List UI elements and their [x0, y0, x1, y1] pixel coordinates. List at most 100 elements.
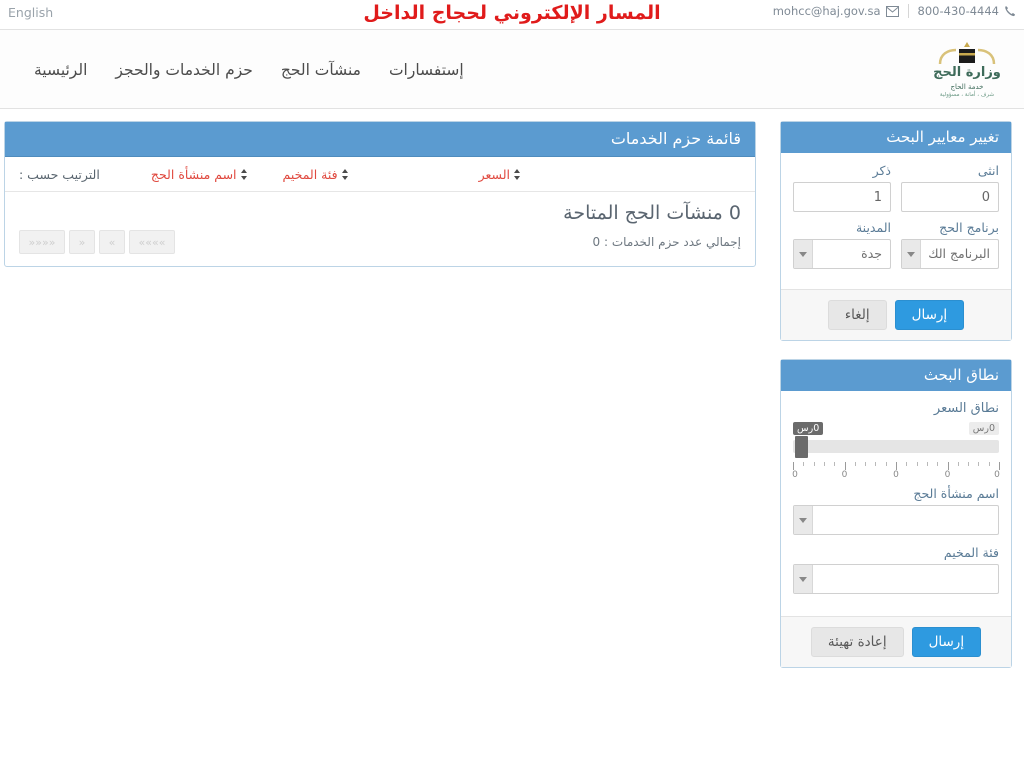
phone-contact[interactable]: 800-430-4444: [918, 4, 1016, 18]
sort-caret-icon: [240, 169, 248, 180]
pager-next-button[interactable]: »: [99, 230, 125, 254]
nav-item-packages[interactable]: حزم الخدمات والحجز: [101, 55, 266, 85]
camp-category-select-value: [793, 564, 999, 594]
ruler-major-tick: [793, 462, 794, 470]
price-range-label: نطاق السعر: [933, 401, 999, 416]
sidebar: تغيير معايير البحث انثى ذكر: [780, 121, 1012, 686]
camp-category-field: فئة المخيم: [793, 545, 999, 594]
ruler-minor-tick: [834, 462, 836, 466]
page-root: English المسار الإلكتروني لحجاج الداخل m…: [0, 0, 1024, 776]
ruler-label: 0: [841, 470, 848, 480]
scope-reset-button[interactable]: إعادة تهيئة: [810, 627, 904, 657]
male-count-input[interactable]: [793, 182, 891, 212]
search-scope-title: نطاق البحث: [781, 360, 1011, 391]
envelope-icon: [885, 5, 899, 17]
criteria-submit-button[interactable]: إرسال: [894, 300, 965, 330]
facility-name-select[interactable]: [793, 505, 999, 535]
female-count-input[interactable]: [901, 182, 999, 212]
scope-submit-button[interactable]: إرسال: [911, 627, 982, 657]
pager-last-button[interactable]: »»»»: [129, 230, 175, 254]
logo-mark: وزارة الحج: [926, 42, 1008, 82]
sort-options: السعر فئة المخيم اسم منشأة الحج: [100, 167, 741, 182]
sort-by-camp-category[interactable]: فئة المخيم: [283, 167, 349, 182]
nav-item-inquiries[interactable]: إستفسارات: [375, 55, 478, 85]
chevron-down-icon[interactable]: [794, 565, 813, 593]
camp-category-label: فئة المخيم: [943, 545, 999, 560]
slider-ruler-labels: 0 0 0 0 0: [792, 470, 1000, 480]
slider-track[interactable]: [793, 440, 999, 453]
chevron-down-icon[interactable]: [794, 240, 813, 268]
sort-by-facility-name-label: اسم منشأة الحج: [150, 167, 237, 182]
nav-item-facilities[interactable]: منشآت الحج: [267, 55, 375, 85]
price-min-tooltip: 0رس: [793, 422, 824, 435]
female-label: انثى: [977, 163, 999, 178]
contact-divider: [907, 4, 909, 18]
female-field: انثى: [901, 163, 999, 212]
facility-name-field: اسم منشأة الحج: [793, 486, 999, 535]
email-text: mohcc@haj.gov.sa: [772, 4, 881, 18]
male-label: ذكر: [872, 163, 891, 178]
city-select[interactable]: جدة: [793, 239, 891, 269]
facility-name-select-value: [793, 505, 999, 535]
sort-by-facility-name[interactable]: اسم منشأة الحج: [151, 167, 248, 182]
content-area: قائمة حزم الخدمات السعر فئة المخيم اسم م…: [0, 109, 1024, 668]
top-bar: English المسار الإلكتروني لحجاج الداخل m…: [0, 0, 1024, 30]
chevron-down-icon[interactable]: [794, 506, 813, 534]
pager-prev-button[interactable]: «: [69, 230, 95, 254]
contact-info: mohcc@haj.gov.sa 800-430-4444: [773, 4, 1016, 18]
ruler-major-tick: [896, 462, 897, 470]
ministry-logo[interactable]: وزارة الحج خدمة الحاج شرف ، أمانة ، مسؤو…: [924, 35, 1010, 105]
ruler-minor-tick: [865, 462, 867, 466]
facility-name-label: اسم منشأة الحج: [913, 486, 999, 501]
phone-text: 800-430-4444: [917, 4, 999, 18]
program-field: برنامج الحج البرنامج الك: [901, 220, 999, 269]
ruler-label: 0: [792, 470, 798, 480]
logo-tagline: شرف ، أمانة ، مسؤولية: [939, 92, 995, 98]
slider-ruler: [793, 462, 1000, 470]
sort-by-price-label: السعر: [478, 167, 510, 182]
nav-item-home[interactable]: الرئيسية: [20, 55, 101, 85]
gender-fields: انثى ذكر: [793, 163, 999, 212]
ruler-minor-tick: [906, 462, 908, 466]
navigation-bar: وزارة الحج خدمة الحاج شرف ، أمانة ، مسؤو…: [0, 30, 1024, 109]
ruler-minor-tick: [813, 462, 815, 466]
pagination: «««« « » »»»»: [19, 230, 175, 254]
ruler-major-tick: [947, 462, 949, 470]
slider-handle[interactable]: [795, 436, 808, 458]
total-packages-text: إجمالي عدد حزم الخدمات : 0: [592, 235, 741, 249]
service-packages-panel: قائمة حزم الخدمات السعر فئة المخيم اسم م…: [4, 121, 756, 267]
email-contact[interactable]: mohcc@haj.gov.sa: [773, 4, 899, 18]
service-packages-panel-title: قائمة حزم الخدمات: [5, 122, 755, 157]
camp-category-select[interactable]: [793, 564, 999, 594]
ruler-label: 0: [893, 470, 899, 480]
phone-icon: [1004, 5, 1016, 17]
sort-caret-icon: [514, 169, 521, 180]
search-criteria-actions: إرسال إلغاء: [781, 289, 1011, 340]
pager-first-button[interactable]: ««««: [19, 230, 65, 254]
sort-caret-icon: [341, 169, 349, 180]
ruler-minor-tick: [885, 462, 887, 466]
chevron-down-icon[interactable]: [902, 240, 921, 268]
price-range-slider[interactable]: 0رس 0رس 0 0 0 0 0: [792, 422, 1000, 480]
sort-by-price[interactable]: السعر: [479, 167, 521, 182]
program-label: برنامج الحج: [939, 220, 999, 235]
search-scope-actions: إرسال إعادة تهيئة: [781, 616, 1011, 667]
ruler-minor-tick: [978, 462, 980, 466]
program-select[interactable]: البرنامج الك: [901, 239, 999, 269]
ruler-minor-tick: [968, 462, 970, 466]
ruler-minor-tick: [916, 462, 918, 466]
search-criteria-body: انثى ذكر برنامج الحج البرنامج الك: [781, 153, 1011, 289]
service-packages-panel-body: السعر فئة المخيم اسم منشأة الحج الترتيب …: [5, 157, 755, 266]
city-field: المدينة جدة: [793, 220, 891, 269]
search-criteria-title: تغيير معايير البحث: [781, 122, 1011, 153]
male-field: ذكر: [793, 163, 891, 212]
search-criteria-panel: تغيير معايير البحث انثى ذكر: [780, 121, 1012, 341]
sort-by-camp-category-label: فئة المخيم: [282, 167, 338, 182]
city-label: المدينة: [855, 220, 891, 235]
criteria-cancel-button[interactable]: إلغاء: [827, 300, 887, 330]
logo-subtitle: خدمة الحاج: [950, 83, 984, 91]
ruler-minor-tick: [937, 462, 939, 466]
results-heading: 0 منشآت الحج المتاحة: [563, 202, 741, 224]
ruler-minor-tick: [988, 462, 990, 466]
ruler-minor-tick: [854, 462, 856, 466]
